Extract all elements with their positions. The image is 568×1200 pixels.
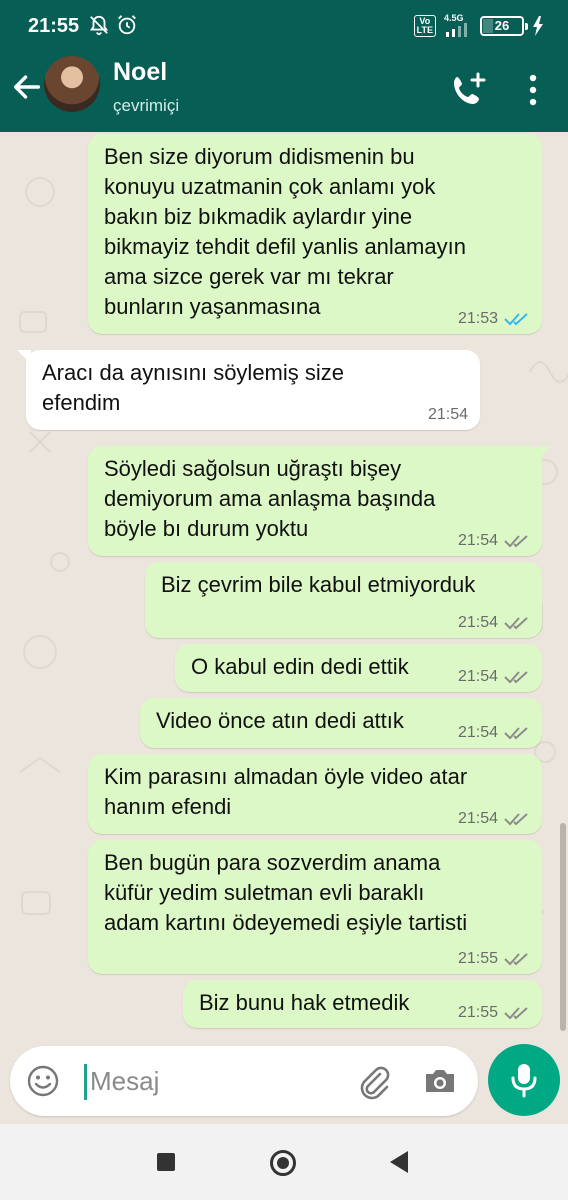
avatar[interactable] (44, 56, 100, 112)
message-meta: 21:54 (458, 614, 530, 632)
message-time: 21:54 (457, 810, 498, 827)
message-text: Biz bunu hak etmedik (199, 990, 410, 1015)
phone-plus-icon[interactable] (448, 70, 488, 110)
message-composer (10, 1046, 478, 1116)
message-text: Söyledi sağolsun uğraştı bişey demiyorum… (104, 456, 436, 541)
message-bubble[interactable]: Biz çevrim bile kabul etmiyorduk 21:54 (145, 562, 542, 638)
status-icons-right: Vo LTE 4.5G 26 (413, 14, 544, 37)
text-caret (84, 1064, 87, 1100)
emoji-icon[interactable] (26, 1064, 60, 1098)
charging-icon (533, 15, 543, 36)
message-time: 21:54 (457, 614, 498, 631)
message-meta: 21:54 (458, 810, 530, 828)
home-button[interactable] (270, 1150, 296, 1176)
delivered-ticks-icon (504, 535, 528, 548)
message-time: 21:54 (457, 532, 498, 549)
recent-apps-button[interactable] (157, 1153, 175, 1171)
battery-level: 26 (494, 17, 510, 33)
voice-record-button[interactable] (488, 1044, 560, 1116)
message-text: Ben size diyorum didismenin bu konuyu uz… (104, 144, 466, 319)
message-bubble[interactable]: Ben bugün para sozverdim anama küfür yed… (88, 840, 542, 974)
delivered-ticks-icon (504, 953, 528, 966)
message-bubble[interactable]: Aracı da aynısını söylemiş size efendim … (17, 350, 480, 430)
message-bubble[interactable]: Söyledi sağolsun uğraştı bişey demiyorum… (88, 446, 551, 556)
notifications-muted-icon (89, 15, 109, 36)
message-time: 21:55 (457, 1004, 498, 1021)
status-time: 21:55 (28, 15, 80, 37)
contact-name[interactable]: Noel (113, 58, 167, 87)
message-bubble[interactable]: O kabul edin dedi ettik 21:54 (175, 644, 542, 692)
message-meta: 21:54 (458, 724, 530, 742)
message-bubble[interactable]: Ben size diyorum didismenin bu konuyu uz… (88, 134, 542, 334)
read-ticks-icon (504, 313, 528, 326)
message-text: Aracı da aynısını söylemiş size efendim (42, 360, 345, 415)
message-text: Kim parasını almadan öyle video atar han… (104, 764, 468, 819)
alarm-icon (118, 15, 136, 35)
message-meta: 21:55 (458, 950, 530, 968)
delivered-ticks-icon (504, 727, 528, 740)
volte-badge: Vo LTE (413, 14, 436, 37)
status-icons-left (88, 14, 138, 36)
message-input[interactable] (90, 1060, 350, 1102)
delivered-ticks-icon (504, 671, 528, 684)
system-navigation-bar (0, 1124, 568, 1200)
status-bar: 21:55 Vo LTE 4.5G 26 (0, 0, 568, 50)
message-text: Ben bugün para sozverdim anama küfür yed… (104, 850, 468, 935)
delivered-ticks-icon (504, 1007, 528, 1020)
microphone-icon (511, 1064, 537, 1098)
chat-scrollbar[interactable] (560, 823, 566, 1031)
contact-status: çevrimiçi (113, 96, 180, 115)
network-type-label: 4.5G (444, 13, 464, 23)
message-time: 21:54 (457, 668, 498, 685)
camera-icon[interactable] (422, 1064, 458, 1098)
message-meta: 21:53 (458, 310, 530, 328)
more-vertical-icon[interactable] (518, 72, 548, 108)
chat-messages[interactable]: Ben size diyorum didismenin bu konuyu uz… (0, 132, 568, 1040)
paperclip-icon[interactable] (354, 1062, 392, 1100)
delivered-ticks-icon (504, 617, 528, 630)
message-meta: 21:55 (458, 1004, 530, 1022)
message-meta: 21:54 (428, 406, 468, 424)
battery-indicator: 26 (480, 15, 528, 36)
arrow-left-icon[interactable] (10, 70, 44, 104)
message-time: 21:55 (457, 950, 498, 967)
chat-header: Noel çevrimiçi (0, 50, 568, 132)
message-text: Biz çevrim bile kabul etmiyorduk (161, 572, 476, 597)
message-bubble[interactable]: Video önce atın dedi attık 21:54 (140, 698, 542, 748)
signal-icon: 4.5G (444, 14, 472, 37)
message-text: Video önce atın dedi attık (156, 708, 404, 733)
message-meta: 21:54 (458, 668, 530, 686)
message-meta: 21:54 (458, 532, 530, 550)
delivered-ticks-icon (504, 813, 528, 826)
message-bubble[interactable]: Kim parasını almadan öyle video atar han… (88, 754, 542, 834)
message-text: O kabul edin dedi ettik (191, 654, 409, 679)
message-bubble[interactable]: Biz bunu hak etmedik 21:55 (183, 980, 542, 1028)
message-time: 21:54 (427, 406, 468, 423)
message-time: 21:54 (457, 724, 498, 741)
message-time: 21:53 (457, 310, 498, 327)
system-back-button[interactable] (390, 1151, 408, 1173)
